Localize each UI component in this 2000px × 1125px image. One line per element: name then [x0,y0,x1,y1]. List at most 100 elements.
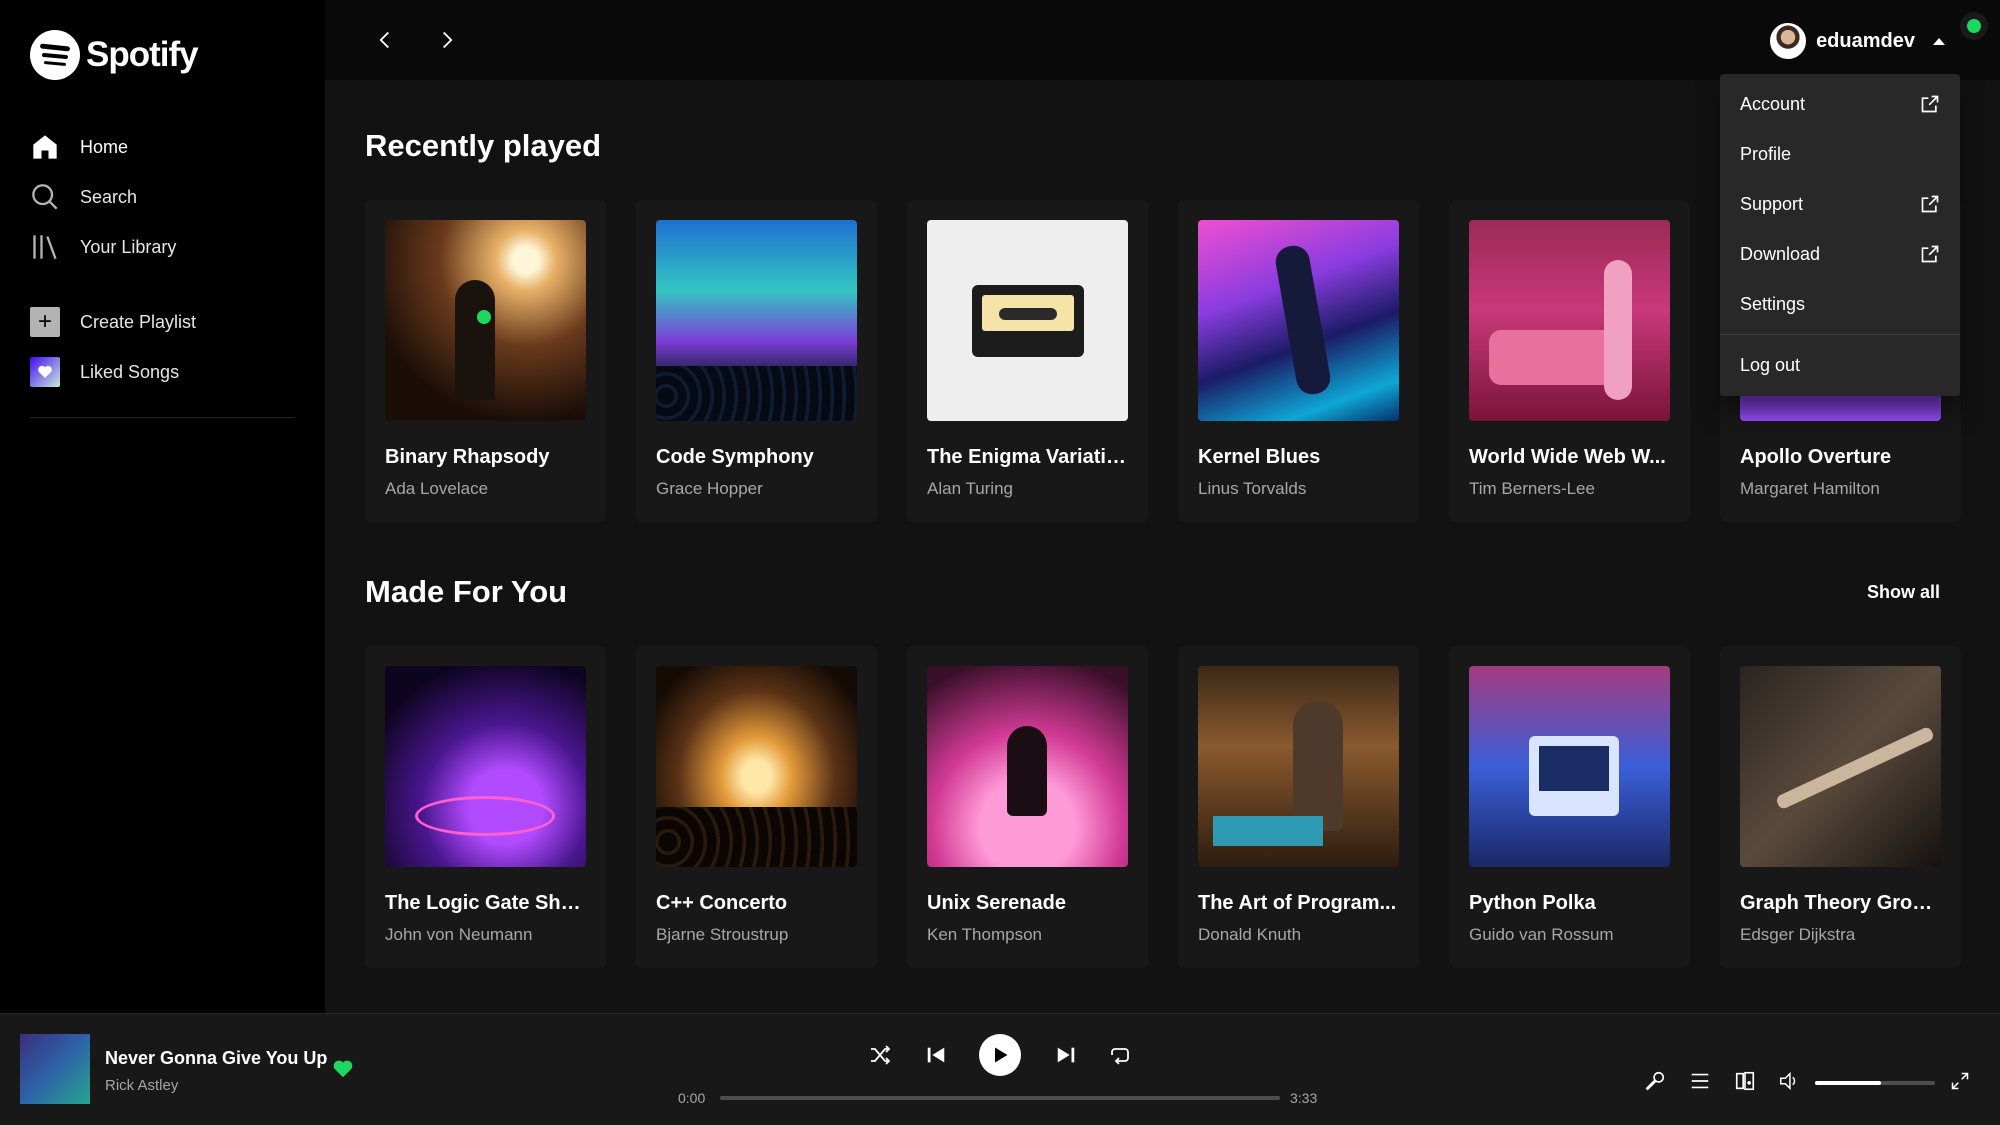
card-subtitle: Guido van Rossum [1469,925,1614,944]
heart-icon [30,357,60,387]
now-playing-title[interactable]: Never Gonna Give You Up [105,1048,327,1069]
volume-icon [1780,1071,1796,1091]
card-title: Unix Serenade [927,892,1066,914]
menu-item-label: Settings [1740,293,1806,314]
external-link-icon [1921,195,1939,213]
now-playing-cover[interactable] [20,1034,90,1104]
album-cover [656,220,857,421]
menu-item-download[interactable]: Download [1720,229,1960,279]
volume-slider[interactable] [1815,1081,1935,1085]
album-cover [1469,220,1670,421]
card-title: Code Symphony [656,446,814,468]
topbar: eduamdev [325,0,2000,80]
menu-item-label: Account [1740,93,1806,114]
play-button[interactable] [979,1034,1021,1076]
sidebar-item-library[interactable]: Your Library [30,222,295,272]
caret-up-icon [1933,37,1945,45]
card-title: The Art of Program... [1198,892,1397,914]
album-cover [927,666,1128,867]
album-cover [927,220,1128,421]
album-card[interactable]: Graph Theory Groove Edsger Dijkstra [1720,646,1961,968]
shuffle-button[interactable] [866,1041,894,1069]
menu-item-label: Download [1740,243,1821,264]
menu-item-label: Log out [1740,354,1801,375]
lyrics-button[interactable] [1643,1069,1667,1093]
mute-button[interactable] [1777,1069,1801,1093]
skip-back-icon [927,1047,945,1063]
card-title: The Logic Gate Shuf... [385,892,586,914]
devices-button[interactable] [1733,1069,1757,1093]
menu-divider [1720,334,1960,335]
previous-button[interactable] [922,1041,950,1069]
album-card[interactable]: Binary Rhapsody Ada Lovelace [365,200,606,522]
card-subtitle: Grace Hopper [656,479,763,498]
card-subtitle: John von Neumann [385,925,533,944]
card-title: Graph Theory Groove [1740,892,1941,914]
album-cover [1469,666,1670,867]
album-card[interactable]: The Art of Program... Donald Knuth [1178,646,1419,968]
username: eduamdev [1816,29,1915,52]
repeat-button[interactable] [1106,1041,1134,1069]
forward-button[interactable] [429,22,465,58]
album-cover [1198,666,1399,867]
heart-filled-icon [333,1060,353,1078]
album-card[interactable]: Code Symphony Grace Hopper [636,200,877,522]
next-button[interactable] [1052,1041,1080,1069]
back-button[interactable] [367,22,403,58]
menu-item-account[interactable]: Account [1720,79,1960,129]
skip-forward-icon [1057,1047,1075,1063]
card-subtitle: Margaret Hamilton [1740,479,1880,498]
avatar [1770,23,1807,59]
menu-item-logout[interactable]: Log out [1720,340,1960,390]
liked-songs-label: Liked Songs [80,361,180,382]
sidebar-divider [30,417,295,418]
devices-icon [1735,1071,1755,1091]
section-title-recent: Recently played [365,128,602,163]
album-cover [656,666,857,867]
liked-songs-button[interactable]: Liked Songs [30,347,295,397]
section-title-made-for-you: Made For You [365,574,568,609]
card-title: World Wide Web W... [1469,446,1666,468]
album-card[interactable]: Kernel Blues Linus Torvalds [1178,200,1419,522]
brand-name: Spotify [86,35,199,74]
card-subtitle: Edsger Dijkstra [1740,925,1856,944]
sidebar-item-search[interactable]: Search [30,172,295,222]
album-cover [385,666,586,867]
card-title: Binary Rhapsody [385,446,550,468]
now-playing-artist[interactable]: Rick Astley [105,1077,178,1094]
album-card[interactable]: The Enigma Variatio... Alan Turing [907,200,1148,522]
fullscreen-button[interactable] [1948,1069,1972,1093]
sidebar-nav: Home Search Your Library + Create Playli… [30,122,295,418]
menu-item-support[interactable]: Support [1720,179,1960,229]
menu-item-settings[interactable]: Settings [1720,279,1960,329]
microphone-icon [1645,1071,1665,1091]
sidebar-item-home[interactable]: Home [30,122,295,172]
queue-button[interactable] [1688,1069,1712,1093]
card-subtitle: Tim Berners-Lee [1469,479,1595,498]
spotify-logo-icon [30,30,80,80]
album-card[interactable]: World Wide Web W... Tim Berners-Lee [1449,200,1690,522]
sidebar-item-label: Your Library [80,236,177,257]
chevron-right-icon [443,31,453,49]
album-card[interactable]: The Logic Gate Shuf... John von Neumann [365,646,606,968]
album-card[interactable]: C++ Concerto Bjarne Stroustrup [636,646,877,968]
spotify-logo[interactable]: Spotify [30,30,199,80]
album-card[interactable]: Unix Serenade Ken Thompson [907,646,1148,968]
card-subtitle: Linus Torvalds [1198,479,1307,498]
plus-icon: + [30,307,60,337]
search-icon [30,182,60,212]
sidebar-item-label: Home [80,136,129,157]
fullscreen-icon [1951,1072,1969,1090]
card-subtitle: Bjarne Stroustrup [656,925,789,944]
show-all-link[interactable]: Show all [1867,582,1940,603]
create-playlist-label: Create Playlist [80,311,197,332]
menu-item-profile[interactable]: Profile [1720,129,1960,179]
user-menu-button[interactable]: eduamdev [1770,20,1945,62]
card-subtitle: Alan Turing [927,479,1013,498]
volume-fill [1815,1081,1881,1085]
like-button[interactable] [332,1058,354,1085]
progress-bar[interactable] [720,1096,1280,1100]
album-card[interactable]: Python Polka Guido van Rossum [1449,646,1690,968]
create-playlist-button[interactable]: + Create Playlist [30,297,295,347]
card-subtitle: Ken Thompson [927,925,1042,944]
